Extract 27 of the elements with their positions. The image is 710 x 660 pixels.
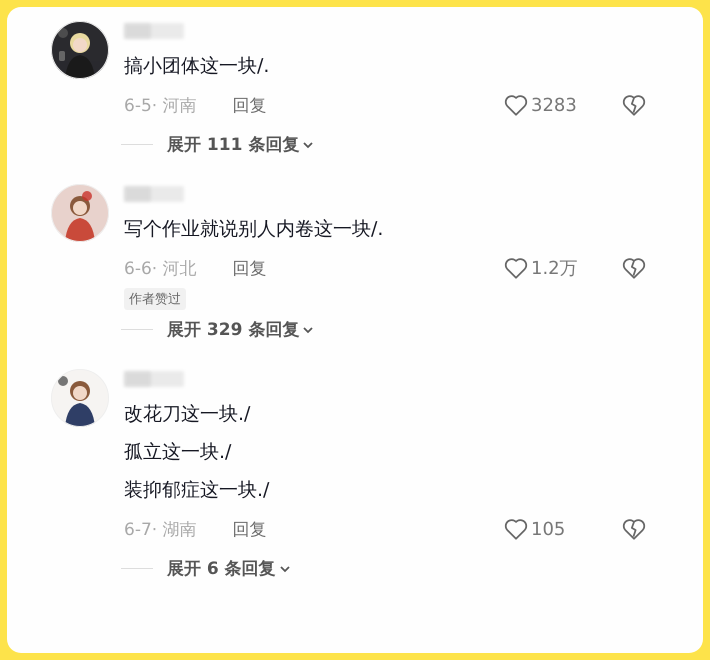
broken-heart-icon[interactable]: [621, 516, 647, 542]
blurred-username: [124, 371, 184, 387]
date-region: 6-7· 湖南: [124, 518, 197, 540]
like-count: 1.2万: [531, 257, 579, 280]
heart-icon[interactable]: [503, 255, 529, 281]
date-region: 6-6· 河北: [124, 258, 197, 280]
comment-text: 写个作业就说别人内卷这一块/.: [124, 217, 384, 242]
expand-replies-button[interactable]: 展开 6 条回复: [167, 557, 291, 580]
like-count: 105: [531, 518, 566, 540]
reply-link[interactable]: 回复: [232, 256, 267, 280]
date-region: 6-5· 河南: [124, 94, 197, 116]
broken-heart-icon[interactable]: [621, 255, 647, 281]
blurred-username: [124, 186, 184, 202]
author-liked-badge: 作者赞过: [124, 288, 186, 310]
expand-replies-button[interactable]: 展开 111 条回复: [167, 133, 314, 156]
broken-heart-icon[interactable]: [621, 92, 647, 118]
heart-icon[interactable]: [503, 516, 529, 542]
expand-replies-button[interactable]: 展开 329 条回复: [167, 318, 314, 341]
heart-icon[interactable]: [503, 92, 529, 118]
like-count: 3283: [531, 94, 578, 116]
reply-link[interactable]: 回复: [232, 518, 267, 540]
comment-text: 改花刀这一块./: [124, 402, 250, 427]
comment-text: 孤立这一块./: [124, 440, 232, 465]
reply-link[interactable]: 回复: [232, 94, 267, 116]
blurred-username: [124, 23, 184, 39]
comment-text: 搞小团体这一块/.: [124, 54, 270, 79]
comment-text: 装抑郁症这一块./: [124, 478, 270, 503]
